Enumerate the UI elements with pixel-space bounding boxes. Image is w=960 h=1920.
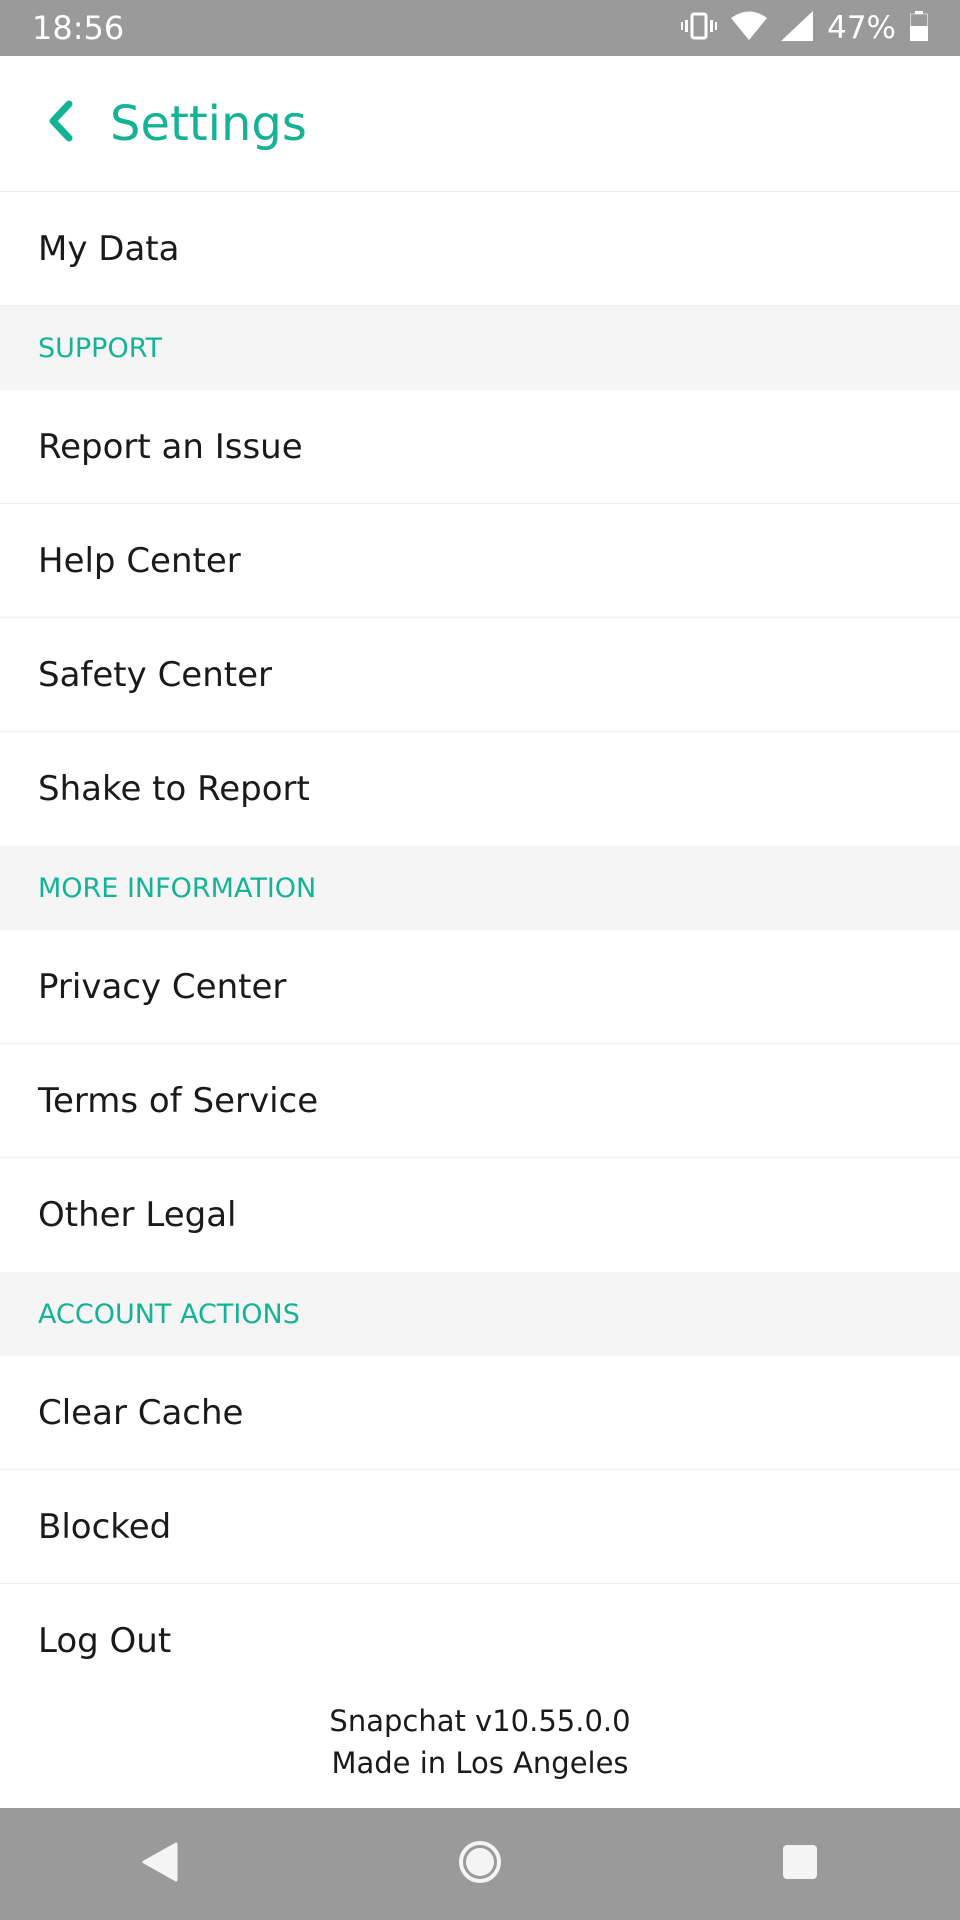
vibrate-icon bbox=[681, 12, 718, 45]
help-center-item[interactable]: Help Center bbox=[0, 504, 960, 618]
shake-to-report-item[interactable]: Shake to Report bbox=[0, 732, 960, 846]
home-circle-icon bbox=[457, 1839, 503, 1890]
log-out-item[interactable]: Log Out bbox=[0, 1584, 960, 1698]
status-icons: 47% bbox=[681, 10, 928, 46]
blocked-item[interactable]: Blocked bbox=[0, 1470, 960, 1584]
support-section-header: SUPPORT bbox=[0, 306, 960, 390]
settings-list: My Data SUPPORT Report an Issue Help Cen… bbox=[0, 192, 960, 1698]
status-time: 18:56 bbox=[32, 9, 125, 47]
nav-home-button[interactable] bbox=[430, 1814, 530, 1914]
back-button[interactable] bbox=[26, 89, 96, 159]
clear-cache-item[interactable]: Clear Cache bbox=[0, 1356, 960, 1470]
app-version: Snapchat v10.55.0.0 bbox=[329, 1704, 631, 1738]
chevron-left-icon bbox=[47, 100, 75, 147]
recents-square-icon bbox=[781, 1843, 819, 1886]
app-footer: Snapchat v10.55.0.0 Made in Los Angeles bbox=[0, 1700, 960, 1784]
nav-recents-button[interactable] bbox=[750, 1814, 850, 1914]
safety-center-item[interactable]: Safety Center bbox=[0, 618, 960, 732]
battery-percent: 47% bbox=[827, 10, 896, 46]
other-legal-item[interactable]: Other Legal bbox=[0, 1158, 960, 1272]
account-actions-section-header: ACCOUNT ACTIONS bbox=[0, 1272, 960, 1356]
status-bar: 18:56 47% bbox=[0, 0, 960, 56]
terms-of-service-item[interactable]: Terms of Service bbox=[0, 1044, 960, 1158]
signal-icon bbox=[781, 10, 814, 46]
navigation-bar bbox=[0, 1808, 960, 1920]
made-in-text: Made in Los Angeles bbox=[331, 1746, 629, 1780]
nav-back-button[interactable] bbox=[110, 1814, 210, 1914]
privacy-center-item[interactable]: Privacy Center bbox=[0, 930, 960, 1044]
battery-icon bbox=[910, 10, 928, 46]
settings-header: Settings bbox=[0, 56, 960, 192]
wifi-icon bbox=[731, 11, 768, 46]
more-information-section-header: MORE INFORMATION bbox=[0, 846, 960, 930]
report-issue-item[interactable]: Report an Issue bbox=[0, 390, 960, 504]
page-title: Settings bbox=[110, 95, 307, 152]
back-triangle-icon bbox=[140, 1840, 180, 1889]
my-data-item[interactable]: My Data bbox=[0, 192, 960, 306]
